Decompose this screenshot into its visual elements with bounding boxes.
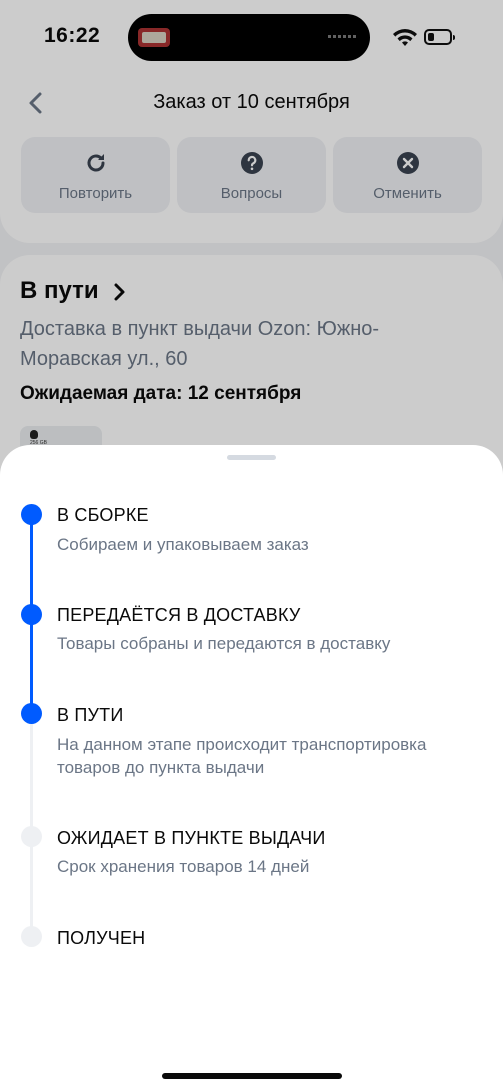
- timeline-step-description: Срок хранения товаров 14 дней: [57, 857, 310, 876]
- timeline-step-title: ПЕРЕДАЁТСЯ В ДОСТАВКУ: [57, 605, 301, 625]
- sheet-grabber-handle[interactable]: [227, 455, 276, 460]
- timeline-step-description: Собираем и упаковываем заказ: [57, 535, 309, 554]
- timeline-step-title: В СБОРКЕ: [57, 505, 149, 525]
- timeline-step-description: Товары собраны и передаются в доставку: [57, 634, 391, 653]
- timeline-step-title: В ПУТИ: [57, 705, 124, 725]
- timeline-step-title: ПОЛУЧЕН: [57, 928, 146, 948]
- timeline-step-description: На данном этапе происходит транспортиров…: [57, 735, 427, 777]
- timeline-dot-awaiting-pickup: [21, 826, 42, 847]
- timeline-step-title: ОЖИДАЕТ В ПУНКТЕ ВЫДАЧИ: [57, 828, 326, 848]
- timeline-dot-handover: [21, 604, 42, 625]
- home-indicator[interactable]: [162, 1073, 342, 1079]
- timeline-dot-in-transit: [21, 703, 42, 724]
- timeline-dot-assembly: [21, 504, 42, 525]
- timeline-dot-received: [21, 926, 42, 947]
- timeline-remaining-line: [30, 714, 33, 936]
